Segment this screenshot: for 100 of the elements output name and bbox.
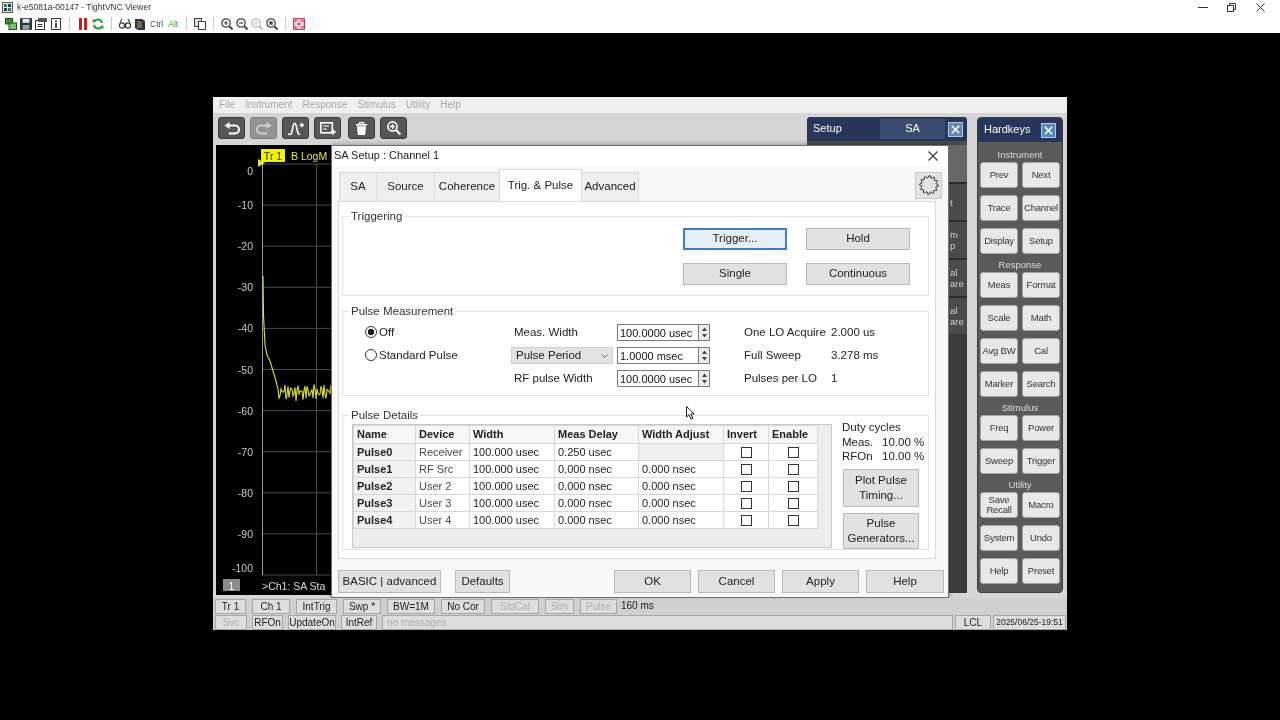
action-button[interactable]: Plot Pulse Timing... (843, 468, 919, 507)
zoom-out-icon[interactable] (236, 17, 249, 30)
tab[interactable]: Advanced (581, 172, 639, 201)
radio-button[interactable] (365, 326, 377, 339)
settings-button[interactable] (915, 171, 942, 199)
checkbox[interactable] (740, 515, 752, 527)
hardkey-button[interactable]: Meas (980, 272, 1018, 298)
hardkey-button[interactable]: Undo (1022, 525, 1060, 551)
tab[interactable]: SA (339, 172, 377, 201)
hardkey-button[interactable]: Prev (980, 162, 1018, 188)
spin-button[interactable] (699, 347, 710, 364)
dialog-button[interactable]: OK (614, 570, 691, 593)
mode-dropdown[interactable]: Pulse Period (511, 347, 613, 364)
softkey[interactable]: t (949, 182, 967, 220)
hardkey-button[interactable]: Search (1022, 371, 1060, 397)
hardkey-button[interactable]: Math (1022, 305, 1060, 331)
action-button[interactable]: Pulse Generators... (843, 512, 919, 549)
redo-icon (255, 121, 272, 135)
fullscreen-icon[interactable] (293, 17, 306, 30)
softkey[interactable]: m p (949, 220, 967, 258)
radio-button[interactable] (365, 349, 377, 362)
checkbox[interactable] (740, 498, 752, 510)
axis-label: -90 (237, 527, 253, 540)
zoom-in-icon[interactable] (221, 17, 234, 30)
checkbox[interactable] (740, 447, 752, 459)
hardkey-button[interactable]: Preset (1022, 558, 1060, 584)
dialog-button[interactable]: Defaults (455, 570, 510, 593)
delete-button[interactable] (348, 117, 375, 139)
checkbox[interactable] (787, 481, 799, 493)
add-pulse-button[interactable] (282, 117, 309, 139)
trash-icon (356, 121, 367, 135)
zoom-button[interactable] (380, 117, 407, 139)
pause-icon[interactable] (77, 17, 89, 30)
copy-icon[interactable] (194, 17, 207, 30)
glasses-icon[interactable] (119, 17, 131, 30)
hardkey-button[interactable]: Help (980, 558, 1018, 584)
spin-button[interactable] (699, 324, 710, 341)
add-window-button[interactable] (314, 117, 341, 139)
refresh-icon[interactable] (92, 17, 104, 30)
hardkey-button[interactable]: Display (980, 228, 1018, 254)
hardkey-button[interactable]: Scale (980, 305, 1018, 331)
screens-icon[interactable] (5, 17, 17, 30)
hardkey-button[interactable]: Save Recall (980, 492, 1018, 518)
hardkey-button[interactable]: Trace (980, 195, 1018, 221)
hardkey-button[interactable]: System (980, 525, 1018, 551)
checkbox[interactable] (740, 481, 752, 493)
hardkey-button[interactable]: Marker (980, 371, 1018, 397)
radio-label[interactable]: Standard Pulse (379, 348, 458, 363)
trigger-mode-button[interactable]: Single (683, 263, 787, 285)
panel-title: Hardkeys (984, 123, 1031, 137)
value-field[interactable]: 1.0000 msec (617, 347, 699, 364)
hardkey-button[interactable]: Power (1022, 415, 1060, 441)
hardkey-button[interactable]: Cal (1022, 338, 1060, 364)
save-icon[interactable] (20, 17, 32, 30)
hardkey-button[interactable]: Sweep (980, 448, 1018, 474)
hardkey-button[interactable]: Next (1022, 162, 1060, 188)
dialog-button[interactable]: BASIC | advanced (338, 570, 441, 593)
close-button[interactable] (948, 121, 963, 137)
softkey[interactable]: al are (949, 296, 967, 334)
book-icon[interactable] (134, 17, 146, 30)
checkbox[interactable] (787, 464, 799, 476)
checkbox[interactable] (787, 447, 799, 459)
dialog-button[interactable]: Help (866, 570, 944, 593)
hardkey-button[interactable]: Setup (1022, 228, 1060, 254)
document-icon[interactable] (35, 17, 47, 30)
key-toggle[interactable]: Alt (167, 17, 180, 30)
hardkey-button[interactable]: Trigger (1022, 448, 1060, 474)
radio-label[interactable]: Off (379, 325, 395, 340)
trigger-mode-button[interactable]: Continuous (806, 263, 910, 285)
app-icon (2, 1, 13, 13)
value-field[interactable]: 100.0000 usec (617, 324, 699, 341)
checkbox[interactable] (787, 498, 799, 510)
dialog-button[interactable]: Cancel (698, 570, 775, 593)
close-button[interactable] (1041, 122, 1056, 138)
tab[interactable]: Source (376, 172, 435, 201)
status-indicator: Ch 1 (252, 598, 290, 614)
value-field[interactable]: 100.0000 usec (617, 370, 699, 387)
tab[interactable]: Coherence (434, 172, 500, 201)
tab[interactable]: Trig. & Pulse (499, 169, 582, 201)
window-title: k-e5081a-00147 - TightVNC Viewer (17, 1, 152, 14)
undo-button[interactable] (218, 117, 245, 139)
trigger-mode-button[interactable]: Trigger... (683, 228, 787, 250)
caret-icon (601, 353, 608, 358)
dialog-button[interactable]: Apply (782, 570, 859, 593)
hardkey-button[interactable]: Channel (1022, 195, 1060, 221)
hardkey-button[interactable]: Format (1022, 272, 1060, 298)
trigger-mode-button[interactable]: Hold (806, 228, 910, 250)
hardkey-button[interactable]: Macro (1022, 492, 1060, 518)
checkbox[interactable] (787, 515, 799, 527)
curve-plus-icon (287, 121, 304, 135)
key-toggle[interactable]: Ctrl (149, 17, 165, 30)
magnifier-icon[interactable] (266, 17, 279, 30)
panel-tab[interactable]: SA (880, 119, 945, 139)
hardkey-button[interactable]: Avg BW (980, 338, 1018, 364)
hardkey-button[interactable]: Freq (980, 415, 1018, 441)
section-label: Response (997, 258, 1043, 271)
softkey[interactable]: al are (949, 258, 967, 296)
checkbox[interactable] (740, 464, 752, 476)
spin-button[interactable] (699, 370, 710, 387)
info-icon[interactable] (50, 17, 62, 30)
